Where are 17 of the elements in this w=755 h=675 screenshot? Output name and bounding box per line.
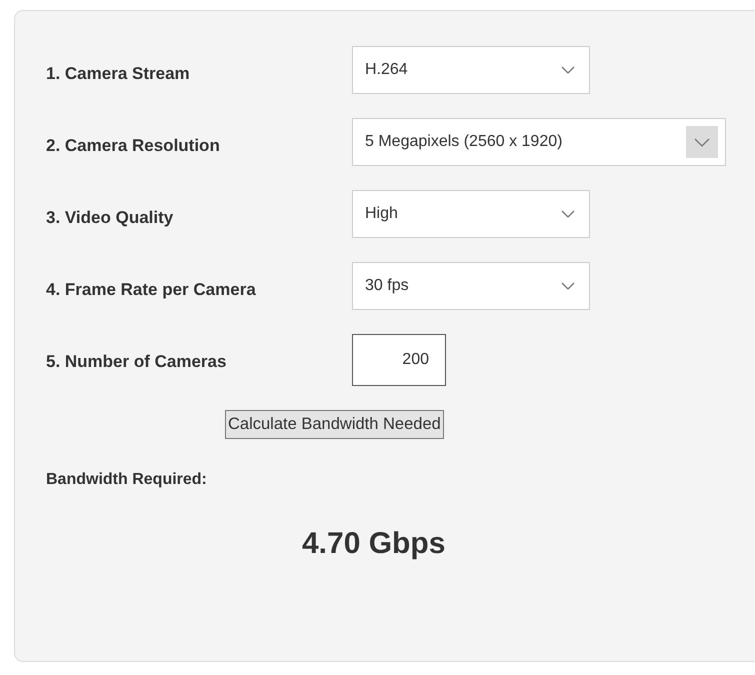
dropdown[interactable]: 5 Megapixels (2560 x 1920) bbox=[352, 118, 726, 166]
calculate-button[interactable]: Calculate Bandwidth Needed bbox=[225, 410, 444, 439]
dropdown[interactable]: 30 fps bbox=[352, 262, 590, 310]
field-label: 5. Number of Cameras bbox=[46, 351, 226, 373]
result-label: Bandwidth Required: bbox=[46, 471, 208, 489]
chevron-down-icon bbox=[561, 66, 575, 74]
field-label: 1. Camera Stream bbox=[46, 63, 190, 85]
field-label: 3. Video Quality bbox=[46, 207, 174, 229]
number-input-field[interactable]: 200 bbox=[352, 334, 446, 386]
chevron-down-icon bbox=[561, 282, 575, 290]
dropdown[interactable]: H.264 bbox=[352, 46, 590, 94]
result-value: 4.70 Gbps bbox=[302, 527, 446, 561]
chevron-down-icon bbox=[561, 210, 575, 218]
dropdown[interactable]: High bbox=[352, 190, 590, 238]
field-label: 2. Camera Resolution bbox=[46, 135, 220, 157]
field-label: 4. Frame Rate per Camera bbox=[46, 279, 256, 301]
chevron-down-icon bbox=[686, 126, 718, 158]
